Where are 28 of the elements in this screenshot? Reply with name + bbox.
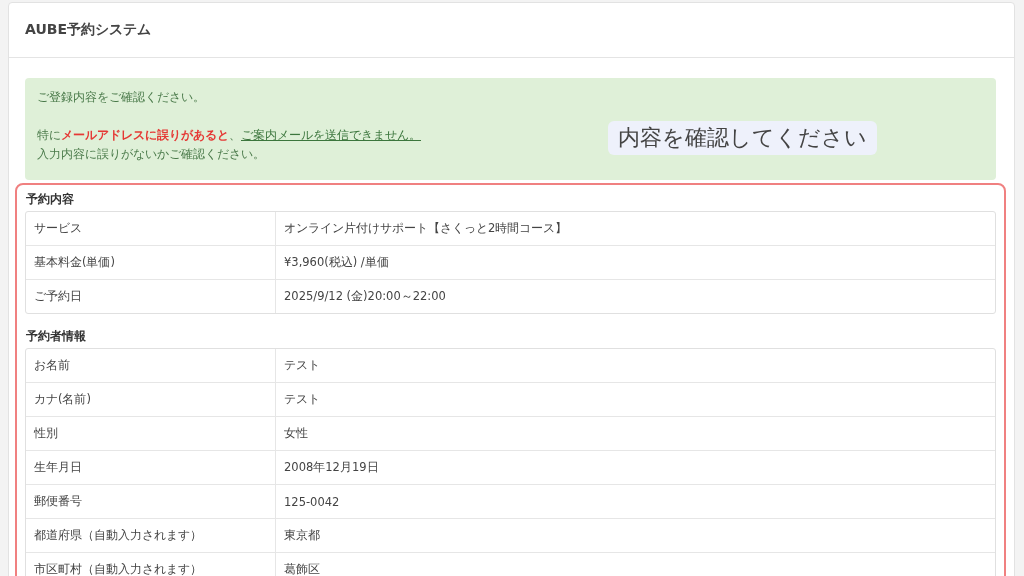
row-label: 性別 (26, 417, 276, 450)
row-value: 2025/9/12 (金)20:00～22:00 (283, 288, 447, 305)
alert-warning: 特にメールアドレスに誤りがあると、ご案内メールを送信できません。 (37, 127, 421, 144)
row-value: 2008年12月19日 (283, 459, 380, 476)
row-value: テスト (283, 391, 321, 408)
row-value: ¥3,960(税込) /単価 (283, 254, 390, 271)
row-value: テスト (283, 357, 321, 374)
row-value: 女性 (283, 425, 309, 442)
callout-label: 内容を確認してください (608, 121, 877, 155)
row-label: 生年月日 (26, 451, 276, 484)
row-value: 葛飾区 (283, 561, 321, 576)
row-label: ご予約日 (26, 280, 276, 313)
row-label: 市区町村（自動入力されます） (26, 553, 276, 576)
row-value: 125-0042 (283, 493, 341, 511)
row-label: カナ(名前) (26, 383, 276, 416)
section-title: 予約者情報 (25, 328, 87, 345)
alert-message: 入力内容に誤りがないかご確認ください。 (37, 146, 266, 163)
row-label: 郵便番号 (26, 485, 276, 518)
row-value: 東京都 (283, 527, 321, 544)
row-label: サービス (26, 212, 276, 245)
row-value: オンライン片付けサポート【さくっと2時間コース】 (283, 220, 569, 237)
section-title: 予約内容 (25, 191, 75, 208)
page-title: AUBE予約システム (25, 21, 151, 39)
row-label: 基本料金(単価) (26, 246, 276, 279)
alert-message: ご登録内容をご確認ください。 (37, 89, 206, 106)
row-label: お名前 (26, 349, 276, 382)
row-label: 都道府県（自動入力されます） (26, 519, 276, 552)
guide-mail-link[interactable]: ご案内メールを送信できません。 (241, 128, 421, 142)
